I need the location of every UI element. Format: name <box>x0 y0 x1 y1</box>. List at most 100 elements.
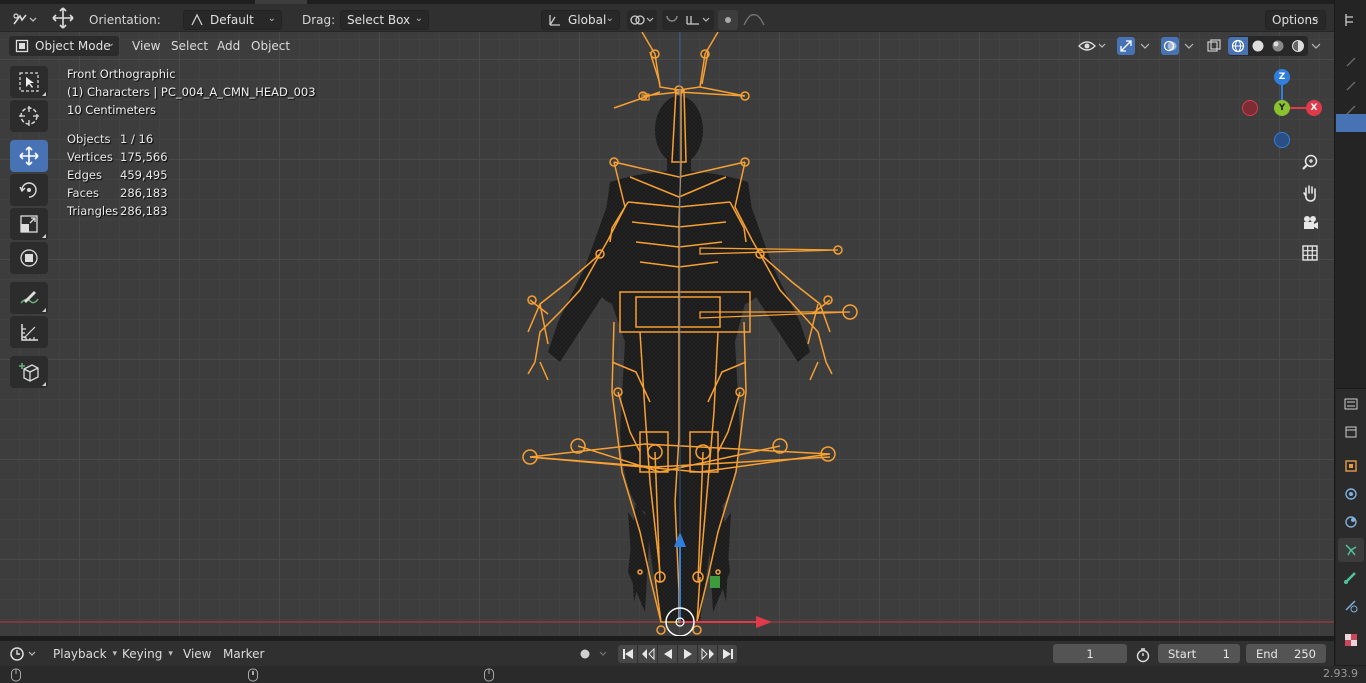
menu-object[interactable]: Object <box>251 36 290 56</box>
menu-view[interactable]: View <box>132 36 160 56</box>
shading-buttons[interactable] <box>1228 36 1308 56</box>
stat-vertices: Vertices 175,566 <box>67 150 168 164</box>
tool-settings-icon[interactable] <box>1338 392 1364 416</box>
orientation-dropdown[interactable]: Default ⌄ <box>183 10 282 30</box>
current-frame-field[interactable]: 1 <box>1053 644 1127 663</box>
navigation-gizmo[interactable]: Z Y X <box>1238 68 1328 148</box>
scale-tool[interactable] <box>10 208 48 240</box>
object-icon[interactable] <box>1338 454 1364 478</box>
mode-dropdown[interactable]: Object Mode ⌄ <box>9 36 119 56</box>
snap-button[interactable] <box>662 10 714 30</box>
scale-icon <box>20 215 38 233</box>
gizmo-y-axis[interactable]: Y <box>1274 100 1290 116</box>
mouse-right-icon <box>483 668 495 683</box>
shading-dropdown[interactable] <box>1308 36 1324 56</box>
jump-keyframe-forward-button[interactable] <box>698 645 717 663</box>
playback-menu[interactable]: Playback ▾ <box>53 645 117 663</box>
timeline-view-menu[interactable]: View <box>183 645 211 663</box>
gizmo-neg-x-axis[interactable] <box>1242 100 1258 116</box>
select-box-tool[interactable] <box>10 66 48 98</box>
marker-menu[interactable]: Marker <box>223 645 264 663</box>
solid-shading-icon[interactable] <box>1248 37 1268 55</box>
grid-scale-label: 10 Centimeters <box>67 103 156 117</box>
timeline-editor-type[interactable] <box>8 644 40 664</box>
start-frame-field[interactable]: Start 1 <box>1158 644 1240 663</box>
gizmo-x-axis[interactable]: X <box>1306 100 1322 116</box>
wireframe-shading-icon[interactable] <box>1228 37 1248 55</box>
camera-view-button[interactable] <box>1297 210 1323 236</box>
rotate-tool[interactable] <box>10 174 48 206</box>
xray-toggle[interactable] <box>1204 36 1224 56</box>
outliner-icon[interactable] <box>1338 8 1364 32</box>
active-workspace-tab[interactable] <box>255 0 307 4</box>
rendered-shading-icon[interactable] <box>1288 37 1308 55</box>
ortho-toggle-button[interactable] <box>1297 240 1323 266</box>
physics-icon[interactable] <box>1338 510 1364 534</box>
texture-icon[interactable] <box>1338 628 1364 652</box>
add-cube-tool[interactable] <box>10 356 48 388</box>
status-bar: 2.93.9 <box>0 666 1366 683</box>
stat-value: 1 / 16 <box>120 132 154 146</box>
cursor-tool[interactable] <box>10 100 48 132</box>
falloff-button[interactable] <box>740 10 768 30</box>
measure-tool[interactable] <box>10 316 48 348</box>
jump-keyframe-back-button[interactable] <box>638 645 657 663</box>
visibility-dropdown[interactable] <box>1076 36 1110 56</box>
jump-start-icon <box>622 649 633 659</box>
menu-add[interactable]: Add <box>217 36 240 56</box>
grid-icon <box>1302 245 1318 261</box>
xray-icon <box>1207 39 1221 52</box>
gizmo-z-axis[interactable]: Z <box>1274 69 1290 85</box>
zoom-button[interactable] <box>1297 149 1323 175</box>
play-button[interactable] <box>678 645 697 663</box>
render-icon[interactable] <box>1338 420 1364 444</box>
modifier-icon[interactable] <box>1338 482 1364 506</box>
stopwatch-icon <box>1136 648 1150 663</box>
drag-dropdown[interactable]: Select Box ⌄ <box>340 10 429 30</box>
jump-end-button[interactable] <box>718 645 737 663</box>
play-reverse-button[interactable] <box>658 645 677 663</box>
snap-icon <box>666 15 710 25</box>
transform-space-value: Global <box>568 13 607 27</box>
edit-tool-icon[interactable] <box>1338 50 1364 74</box>
scene-render <box>0 32 1334 636</box>
preview-range-toggle[interactable] <box>1133 645 1153 665</box>
proportional-edit-icon <box>725 17 731 23</box>
transform-tool[interactable] <box>10 242 48 274</box>
proportional-edit-button[interactable] <box>718 10 738 30</box>
options-dropdown[interactable]: Options ⌄ <box>1265 10 1326 30</box>
stat-label: Vertices <box>67 150 113 164</box>
annotate-tool[interactable] <box>10 282 48 314</box>
pivot-point-button[interactable] <box>627 10 657 30</box>
pan-button[interactable] <box>1297 180 1323 206</box>
keying-menu[interactable]: Keying ▾ <box>122 645 173 663</box>
start-value: 1 <box>1222 646 1230 661</box>
stat-value: 286,183 <box>120 204 168 218</box>
bone-icon[interactable] <box>1338 566 1364 590</box>
menu-select[interactable]: Select <box>171 36 208 56</box>
armature-data-icon[interactable] <box>1338 538 1364 562</box>
overlays-toggle[interactable] <box>1158 36 1198 56</box>
global-axes-icon <box>549 15 560 26</box>
properties-tab-strip <box>1334 0 1366 665</box>
editor-type-button[interactable] <box>10 10 40 30</box>
gizmo-toggle[interactable] <box>1114 36 1154 56</box>
gizmo-icon <box>1117 37 1135 55</box>
gizmo-neg-z-axis[interactable] <box>1274 132 1290 148</box>
version-label: 2.93.9 <box>1323 667 1358 680</box>
orientation-value: Default <box>210 13 254 27</box>
jump-start-button[interactable] <box>618 645 637 663</box>
end-frame-field[interactable]: End 250 <box>1246 644 1326 663</box>
active-properties-tab[interactable] <box>1336 114 1366 132</box>
edit-tool-icon[interactable] <box>1338 74 1364 98</box>
3d-viewport[interactable]: Object Mode ⌄ View Select Add Object Fro… <box>0 32 1334 636</box>
mode-value: Object Mode <box>35 39 111 53</box>
bone-constraint-icon[interactable] <box>1338 594 1364 618</box>
zoom-icon <box>1302 154 1318 170</box>
material-shading-icon[interactable] <box>1268 37 1288 55</box>
move-tool[interactable] <box>10 140 48 172</box>
camera-icon <box>1304 216 1318 229</box>
chevron-down-icon <box>1311 43 1321 49</box>
auto-keying-toggle[interactable] <box>572 644 612 664</box>
transform-orientation-dropdown[interactable]: Global ⌄ <box>541 10 620 30</box>
